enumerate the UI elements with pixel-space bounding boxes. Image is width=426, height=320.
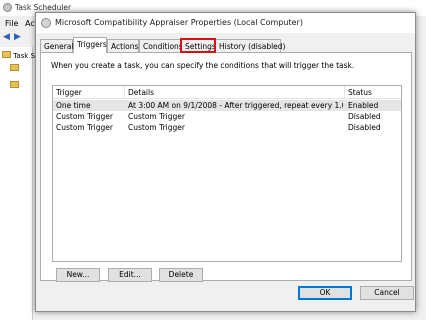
status-cell: Disabled — [348, 112, 381, 121]
tab-history[interactable]: History (disabled) — [215, 39, 286, 52]
column-header-details[interactable]: Details — [125, 86, 345, 99]
tree-item[interactable] — [10, 81, 19, 90]
task-icon — [41, 18, 51, 28]
properties-dialog: Microsoft Compatibility Appraiser Proper… — [35, 12, 416, 312]
trigger-row[interactable]: One time At 3:00 AM on 9/1/2008 - After … — [53, 100, 401, 111]
column-header-status[interactable]: Status — [345, 86, 401, 99]
delete-trigger-button[interactable]: Delete — [159, 268, 203, 282]
details-cell: At 3:00 AM on 9/1/2008 - After triggered… — [128, 101, 343, 110]
clock-icon — [3, 3, 12, 12]
triggers-intro-text: When you create a task, you can specify … — [51, 61, 355, 70]
ok-button[interactable]: OK — [298, 286, 352, 300]
folder-icon — [10, 81, 19, 88]
trigger-row[interactable]: Custom Trigger Custom Trigger Disabled — [53, 122, 401, 133]
status-cell: Enabled — [348, 101, 379, 110]
folder-icon — [10, 64, 19, 71]
trigger-cell: Custom Trigger — [56, 112, 113, 121]
tab-actions[interactable]: Actions — [107, 39, 139, 52]
forward-arrow-icon[interactable]: ▶ — [14, 33, 23, 42]
tree-item[interactable]: Task S — [2, 51, 35, 60]
tab-general[interactable]: General — [40, 39, 74, 52]
trigger-cell: Custom Trigger — [56, 123, 113, 132]
tab-conditions[interactable]: Conditions — [139, 39, 183, 52]
tab-settings[interactable]: Settings — [180, 38, 216, 53]
details-cell: Custom Trigger — [128, 123, 185, 132]
details-cell: Custom Trigger — [128, 112, 185, 121]
new-trigger-button[interactable]: New... — [56, 268, 100, 282]
dialog-titlebar[interactable]: Microsoft Compatibility Appraiser Proper… — [36, 13, 415, 33]
menu-action[interactable]: Ac — [25, 19, 35, 28]
column-header-trigger[interactable]: Trigger — [53, 86, 125, 99]
tab-triggers[interactable]: Triggers — [73, 37, 107, 53]
navigation-tree: Task S — [0, 47, 35, 320]
dialog-title: Microsoft Compatibility Appraiser Proper… — [55, 18, 303, 27]
menu-file[interactable]: File — [5, 19, 18, 28]
trigger-list[interactable]: Trigger Details Status One time At 3:00 … — [52, 85, 402, 262]
triggers-panel: When you create a task, you can specify … — [40, 52, 412, 282]
trigger-row[interactable]: Custom Trigger Custom Trigger Disabled — [53, 111, 401, 122]
task-scheduler-title: Task Scheduler — [15, 3, 72, 12]
back-arrow-icon[interactable]: ◀ — [3, 33, 12, 42]
cancel-button[interactable]: Cancel — [360, 286, 414, 300]
tab-strip: General Triggers Actions Conditions Sett… — [40, 37, 412, 53]
trigger-cell: One time — [56, 101, 91, 110]
folder-icon — [2, 51, 11, 58]
tree-item[interactable] — [10, 64, 19, 73]
edit-trigger-button[interactable]: Edit... — [108, 268, 152, 282]
status-cell: Disabled — [348, 123, 381, 132]
